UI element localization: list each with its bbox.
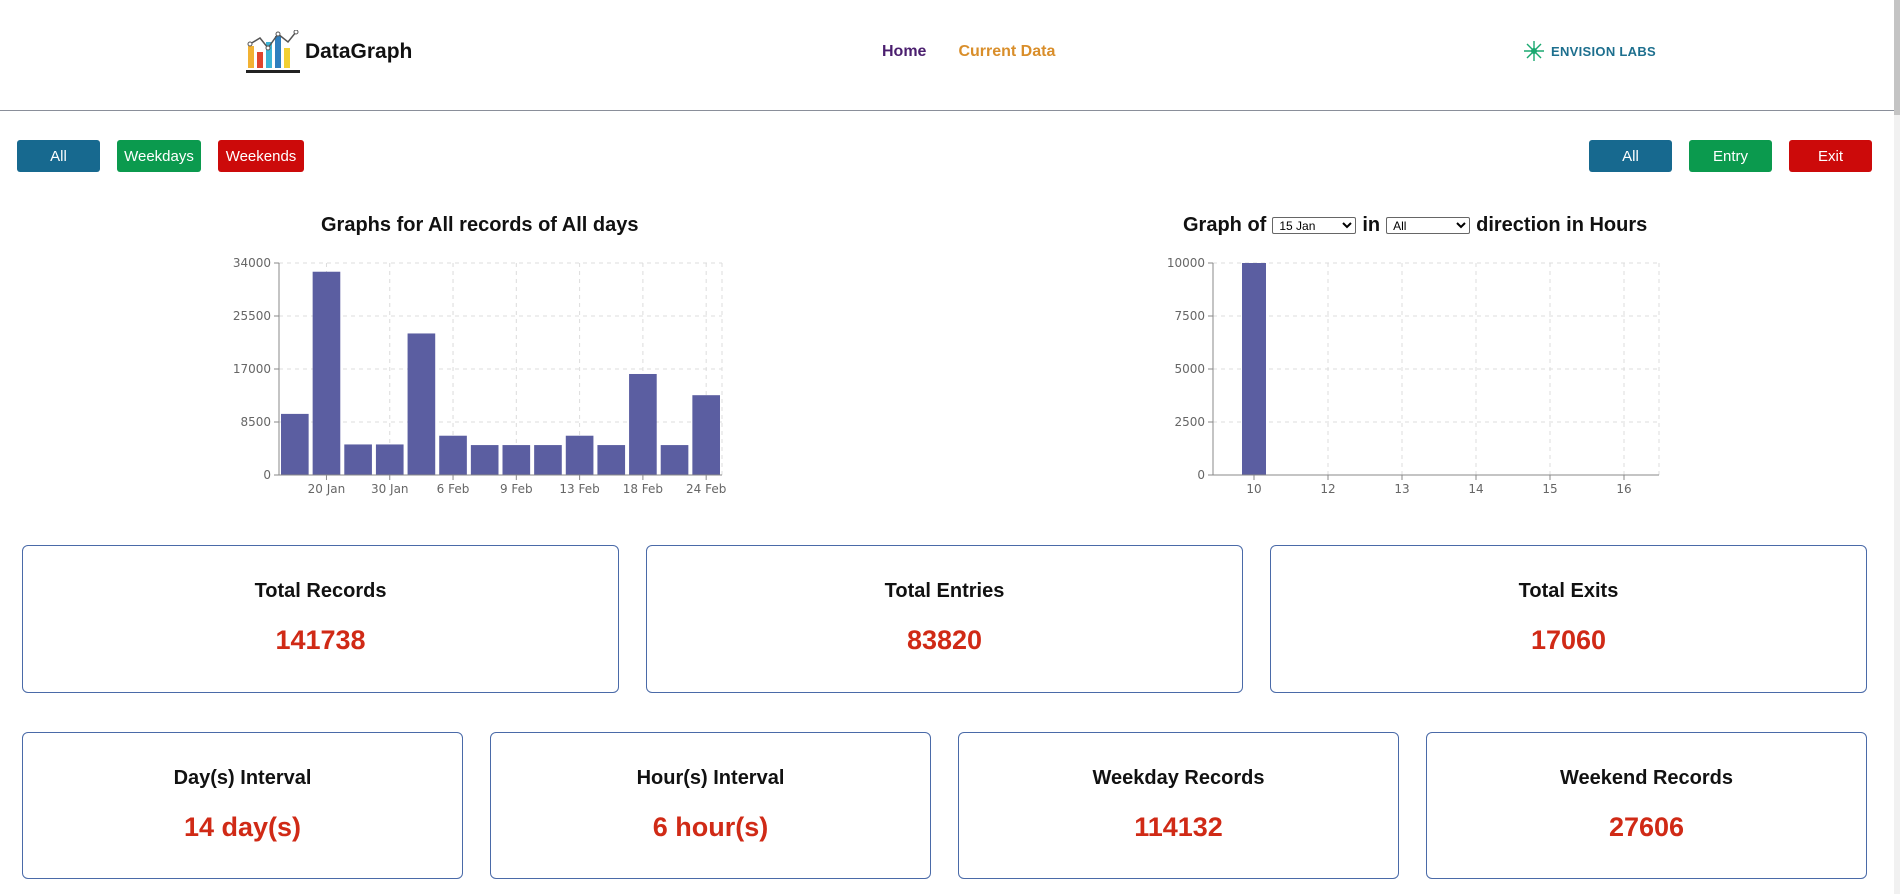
stat-value: 141738 [275, 625, 366, 655]
x-tick-label: 13 [1394, 482, 1409, 496]
filter-all-days-button[interactable]: All [17, 140, 100, 172]
partner-logo: ENVISION LABS [1523, 40, 1656, 62]
direction-select[interactable]: All [1386, 217, 1471, 234]
chart-bar [629, 373, 657, 475]
main-nav: Home Current Data [882, 43, 1055, 61]
brand[interactable]: DataGraph [246, 30, 412, 74]
x-tick-label: 12 [1320, 482, 1335, 496]
stat-value: 83820 [906, 625, 983, 655]
header: DataGraph Home Current Data ENVISION LAB… [0, 0, 1894, 111]
y-tick-label: 25500 [233, 309, 271, 323]
y-tick-label: 34000 [233, 256, 271, 270]
filter-weekends-button[interactable]: Weekends [218, 140, 304, 172]
x-tick-label: 6 Feb [437, 482, 470, 496]
chart-bar [565, 435, 594, 475]
stat-label: Total Exits [1518, 580, 1619, 602]
y-tick-label: 7500 [1174, 309, 1205, 323]
daily-chart-title: Graphs for All records of All days [321, 214, 639, 236]
nav-home-link[interactable]: Home [882, 43, 926, 61]
chart-bar [407, 333, 436, 475]
datagraph-logo-icon [246, 30, 300, 73]
stat-label: Weekday Records [1092, 767, 1265, 789]
stat-label: Hour(s) Interval [636, 767, 785, 789]
hourly-title-in: in [1362, 214, 1381, 236]
chart-bar [660, 445, 689, 475]
x-tick-label: 14 [1468, 482, 1483, 496]
stat-label: Weekend Records [1559, 767, 1734, 789]
chart-bar [534, 445, 562, 475]
stat-value: 14 day(s) [183, 812, 302, 842]
x-tick-label: 30 Jan [371, 482, 409, 496]
x-tick-label: 10 [1246, 482, 1261, 496]
stat-value: 114132 [1134, 812, 1223, 842]
stat-label: Total Records [254, 580, 387, 602]
daily-records-chart: 0 8500 17000 25500 34000 20 Jan 30 Jan 6 Feb 9 F… [233, 256, 727, 496]
y-tick-label: 17000 [233, 362, 271, 376]
chart-bar [312, 271, 341, 475]
filter-exit-button[interactable]: Exit [1789, 140, 1872, 172]
stat-card-weekday-records: Weekday Records 114132 [958, 732, 1399, 879]
y-tick-label: 8500 [240, 415, 271, 429]
chart-bar [692, 395, 720, 475]
stat-card-total-exits: Total Exits 17060 [1270, 545, 1867, 693]
filter-entry-button[interactable]: Entry [1689, 140, 1772, 172]
chart-bar [1242, 263, 1266, 475]
stat-card-total-records: Total Records 141738 [22, 545, 619, 693]
stat-card-total-entries: Total Entries 83820 [646, 545, 1243, 693]
hourly-records-chart: 0 2500 5000 7500 10000 10 12 13 14 15 16 [1167, 256, 1660, 496]
chart-bar [502, 445, 531, 475]
nav-current-data-link[interactable]: Current Data [958, 43, 1055, 61]
envision-labs-logo-icon [1524, 41, 1544, 61]
chart-bar [375, 444, 404, 475]
y-tick-label: 0 [1197, 468, 1205, 482]
filter-all-direction-button[interactable]: All [1589, 140, 1672, 172]
x-tick-label: 18 Feb [623, 482, 663, 496]
y-tick-label: 5000 [1174, 362, 1205, 376]
hourly-chart-title: Graph of 15 Jan in All direction in Hour… [1183, 214, 1647, 237]
x-tick-label: 15 [1542, 482, 1557, 496]
stat-value: 27606 [1608, 812, 1685, 842]
y-tick-label: 0 [263, 468, 271, 482]
x-tick-label: 16 [1616, 482, 1631, 496]
x-tick-label: 9 Feb [500, 482, 533, 496]
stat-label: Day(s) Interval [173, 767, 312, 789]
chart-bar [470, 445, 499, 475]
x-tick-label: 24 Feb [686, 482, 726, 496]
scrollbar-thumb[interactable] [1894, 0, 1900, 115]
hourly-title-suffix: direction in Hours [1476, 214, 1648, 236]
hourly-title-prefix: Graph of [1183, 214, 1267, 236]
chart-bar [439, 435, 467, 475]
stat-value: 17060 [1530, 625, 1607, 655]
page-scrollbar[interactable] [1894, 0, 1900, 894]
chart-bar [281, 413, 309, 475]
x-tick-label: 20 Jan [308, 482, 346, 496]
chart-bar [597, 445, 626, 475]
date-select[interactable]: 15 Jan [1272, 217, 1357, 234]
x-tick-label: 13 Feb [559, 482, 599, 496]
stat-card-day-interval: Day(s) Interval 14 day(s) [22, 732, 463, 879]
filter-weekdays-button[interactable]: Weekdays [117, 140, 201, 172]
stat-card-weekend-records: Weekend Records 27606 [1426, 732, 1867, 879]
y-tick-label: 10000 [1167, 256, 1205, 270]
brand-name: DataGraph [305, 40, 413, 63]
stat-label: Total Entries [884, 580, 1005, 602]
stat-card-hour-interval: Hour(s) Interval 6 hour(s) [490, 732, 931, 879]
stat-value: 6 hour(s) [652, 812, 769, 842]
y-tick-label: 2500 [1174, 415, 1205, 429]
partner-name: ENVISION LABS [1551, 43, 1657, 59]
chart-bar [344, 444, 372, 475]
